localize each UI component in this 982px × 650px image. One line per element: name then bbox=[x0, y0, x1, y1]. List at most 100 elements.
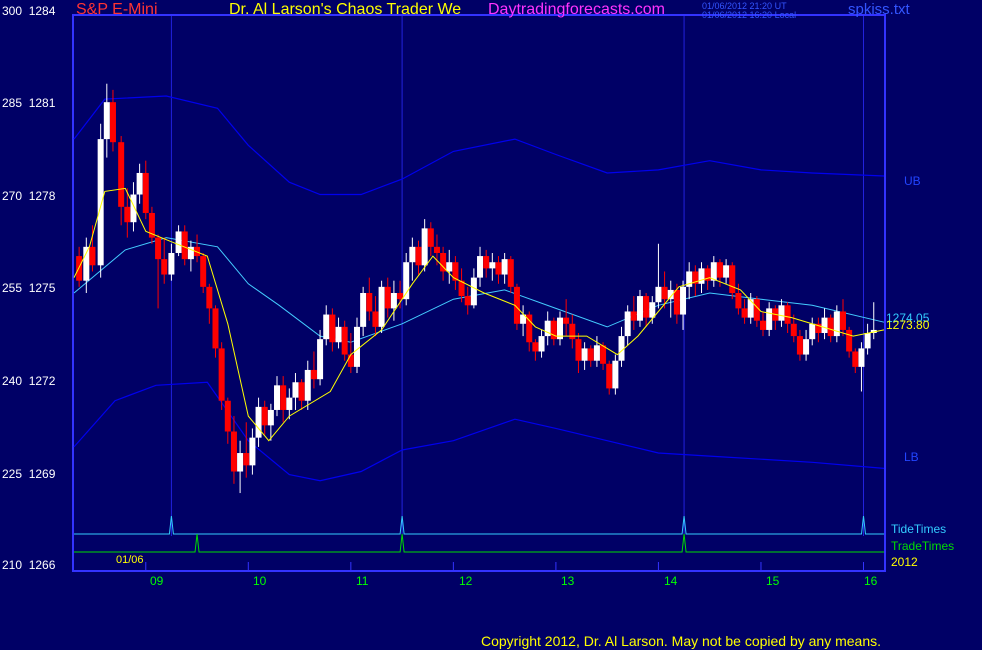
up-candle bbox=[723, 265, 730, 278]
instrument-label: S&P E-Mini bbox=[76, 1, 158, 18]
up-candle bbox=[489, 262, 496, 269]
up-candle bbox=[136, 172, 143, 195]
x-tick-13: 13 bbox=[561, 574, 575, 588]
x-tick-09: 09 bbox=[150, 574, 164, 588]
down-candle bbox=[630, 311, 637, 321]
down-candle bbox=[827, 317, 834, 337]
candles bbox=[76, 83, 877, 494]
up-candle bbox=[175, 231, 182, 253]
up-candle bbox=[538, 336, 545, 352]
upper-band-label: UB bbox=[904, 174, 921, 188]
y-tick-270: 270 1278 bbox=[2, 189, 56, 203]
up-candle bbox=[335, 326, 342, 343]
up-candle bbox=[864, 333, 871, 349]
up-candle bbox=[593, 345, 600, 361]
down-candle bbox=[155, 237, 162, 260]
up-candle bbox=[421, 228, 428, 266]
up-candle bbox=[470, 277, 477, 306]
down-candle bbox=[310, 369, 317, 380]
down-candle bbox=[118, 142, 125, 207]
down-candle bbox=[569, 323, 576, 340]
y-tick-255: 255 1275 bbox=[2, 281, 56, 295]
down-candle bbox=[532, 342, 539, 352]
down-candle bbox=[142, 172, 149, 213]
down-candle bbox=[218, 348, 225, 401]
down-candle bbox=[716, 262, 723, 278]
candlestick-chart bbox=[72, 14, 886, 572]
up-candle bbox=[477, 256, 484, 278]
down-candle bbox=[661, 286, 668, 300]
up-candle bbox=[130, 194, 137, 223]
tide-times-line bbox=[74, 515, 884, 535]
down-candle bbox=[366, 293, 373, 312]
up-candle bbox=[286, 397, 293, 410]
down-candle bbox=[796, 336, 803, 355]
plot-frame bbox=[72, 14, 886, 572]
down-candle bbox=[397, 293, 404, 300]
up-candle bbox=[680, 286, 687, 315]
up-candle bbox=[747, 299, 754, 318]
up-candle bbox=[274, 385, 281, 410]
down-candle bbox=[329, 314, 336, 343]
down-candle bbox=[735, 293, 742, 309]
down-candle bbox=[563, 317, 570, 324]
down-candle bbox=[846, 329, 853, 352]
moving-averages bbox=[73, 187, 885, 442]
tide-vertical-lines bbox=[170, 16, 864, 536]
up-candle bbox=[292, 382, 299, 398]
down-candle bbox=[200, 256, 207, 287]
y-tick-240: 240 1272 bbox=[2, 374, 56, 388]
y-tick-300: 300 1284 bbox=[2, 4, 56, 18]
down-candle bbox=[729, 265, 736, 293]
up-candle bbox=[237, 453, 244, 472]
lower-band-label: LB bbox=[904, 450, 919, 464]
up-candle bbox=[323, 314, 330, 340]
start-date-label: 01/06 bbox=[116, 554, 144, 566]
down-candle bbox=[280, 385, 287, 410]
timing-lines bbox=[74, 515, 884, 553]
fast-ma-line bbox=[73, 187, 885, 442]
up-candle bbox=[581, 348, 588, 361]
up-candle bbox=[353, 326, 360, 367]
y-tick-285: 285 1281 bbox=[2, 96, 56, 110]
up-candle bbox=[255, 406, 262, 438]
up-candle bbox=[378, 286, 385, 327]
down-candle bbox=[124, 206, 131, 223]
down-candle bbox=[415, 246, 422, 266]
up-candle bbox=[636, 296, 643, 321]
up-candle bbox=[778, 305, 785, 321]
close-value: 1273.80 bbox=[886, 318, 930, 332]
up-candle bbox=[649, 302, 656, 318]
up-candle bbox=[360, 293, 367, 327]
up-candle bbox=[698, 268, 705, 284]
down-candle bbox=[852, 351, 859, 367]
down-candle bbox=[575, 339, 582, 361]
up-candle bbox=[249, 437, 256, 466]
bands bbox=[73, 95, 885, 482]
down-candle bbox=[606, 363, 613, 389]
down-candle bbox=[384, 286, 391, 309]
down-candle bbox=[839, 311, 846, 330]
year-label: 2012 bbox=[891, 555, 918, 569]
down-candle bbox=[427, 228, 434, 247]
up-candle bbox=[821, 317, 828, 334]
y-tick-225: 225 1269 bbox=[2, 467, 56, 481]
copyright-notice: Copyright 2012, Dr. Al Larson. May not b… bbox=[481, 633, 882, 649]
site-link[interactable]: Daytradingforecasts.com bbox=[488, 1, 665, 19]
up-candle bbox=[390, 293, 397, 309]
x-tick-14: 14 bbox=[664, 574, 678, 588]
up-candle bbox=[858, 348, 865, 367]
up-candle bbox=[97, 139, 104, 266]
down-candle bbox=[181, 231, 188, 260]
up-candle bbox=[803, 339, 810, 355]
x-ticks bbox=[145, 562, 864, 570]
upper-band-line bbox=[73, 95, 885, 196]
down-candle bbox=[89, 246, 96, 266]
time-local: 01/06/2012 16:20 Local bbox=[702, 10, 797, 20]
up-candle bbox=[446, 262, 453, 272]
up-candle bbox=[168, 252, 175, 275]
file-name: spkiss.txt bbox=[848, 1, 910, 18]
down-candle bbox=[341, 326, 348, 355]
down-candle bbox=[507, 259, 514, 287]
up-candle bbox=[612, 360, 619, 389]
